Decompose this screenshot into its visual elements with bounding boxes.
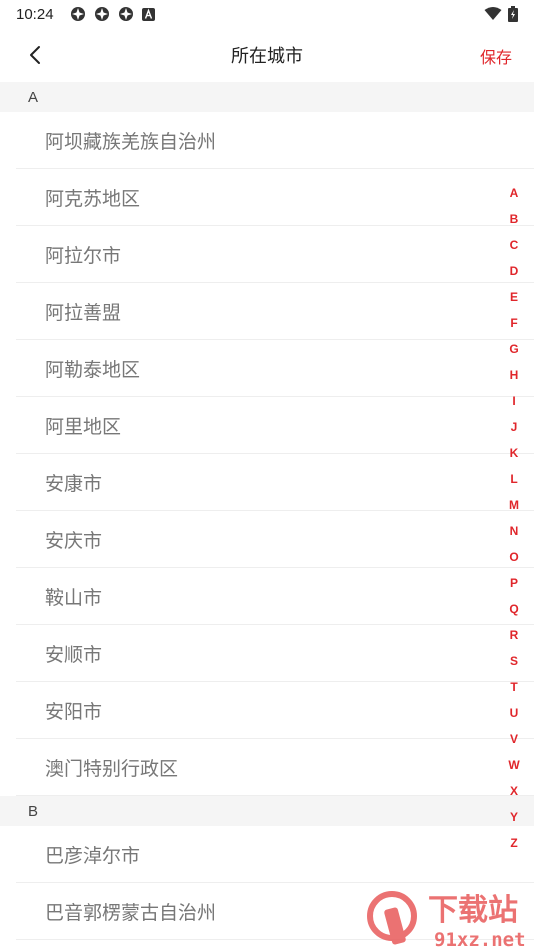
index-letter-d[interactable]: D (510, 258, 519, 284)
index-letter-t[interactable]: T (510, 674, 517, 700)
a-badge-icon (141, 7, 155, 21)
index-letter-n[interactable]: N (510, 518, 519, 544)
city-item[interactable]: 阿克苏地区 (16, 169, 534, 226)
city-item[interactable]: 阿勒泰地区 (16, 340, 534, 397)
status-time: 10:24 (16, 5, 54, 23)
index-letter-x[interactable]: X (510, 778, 518, 804)
section-header-b: B (0, 796, 534, 826)
index-letter-i[interactable]: I (512, 388, 515, 414)
index-letter-z[interactable]: Z (510, 830, 517, 856)
index-letter-v[interactable]: V (510, 726, 518, 752)
index-letter-w[interactable]: W (508, 752, 519, 778)
index-letter-h[interactable]: H (510, 362, 519, 388)
save-button[interactable]: 保存 (480, 44, 512, 68)
index-letter-p[interactable]: P (510, 570, 518, 596)
section-header-a: A (0, 82, 534, 112)
index-letter-c[interactable]: C (510, 232, 519, 258)
index-letter-b[interactable]: B (510, 206, 519, 232)
city-item[interactable]: 巴彦淖尔市 (16, 826, 534, 883)
index-letter-k[interactable]: K (510, 440, 519, 466)
page-title: 所在城市 (231, 46, 303, 67)
status-right (484, 6, 518, 22)
watermark-emblem (367, 891, 417, 945)
app-notification-icon (70, 7, 85, 21)
index-letter-m[interactable]: M (509, 492, 519, 518)
index-letter-a[interactable]: A (510, 180, 519, 206)
watermark-text: 下载站 (428, 893, 518, 928)
wifi-icon (484, 7, 502, 20)
app-notification-icon (94, 7, 109, 21)
nav-bar: 所在城市 保存 (0, 28, 534, 82)
battery-icon (508, 6, 518, 22)
city-item[interactable]: 安庆市 (16, 511, 534, 568)
index-letter-y[interactable]: Y (510, 804, 518, 830)
back-button[interactable] (20, 40, 50, 70)
index-letter-g[interactable]: G (509, 336, 518, 362)
city-item[interactable]: 安阳市 (16, 682, 534, 739)
alphabet-index-bar: A B C D E F G H I J K L M N O P Q R S T … (502, 180, 526, 856)
notification-icons (70, 6, 155, 22)
index-letter-j[interactable]: J (511, 414, 518, 440)
city-item[interactable]: 阿坝藏族羌族自治州 (16, 112, 534, 169)
index-letter-e[interactable]: E (510, 284, 518, 310)
city-list: A 阿坝藏族羌族自治州 阿克苏地区 阿拉尔市 阿拉善盟 阿勒泰地区 阿里地区 安… (0, 82, 534, 940)
city-item[interactable]: 阿拉尔市 (16, 226, 534, 283)
index-letter-l[interactable]: L (510, 466, 517, 492)
index-letter-u[interactable]: U (510, 700, 519, 726)
watermark-logo: 下载站 91xz.net (367, 891, 526, 950)
city-item[interactable]: 阿拉善盟 (16, 283, 534, 340)
index-letter-s[interactable]: S (510, 648, 518, 674)
city-item[interactable]: 安康市 (16, 454, 534, 511)
index-letter-r[interactable]: R (510, 622, 519, 648)
watermark-domain: 91xz.net (434, 929, 526, 950)
status-bar: 10:24 (0, 0, 534, 28)
app-notification-icon (118, 7, 133, 21)
index-letter-o[interactable]: O (509, 544, 518, 570)
index-letter-q[interactable]: Q (509, 596, 518, 622)
city-item[interactable]: 鞍山市 (16, 568, 534, 625)
city-item[interactable]: 澳门特别行政区 (16, 739, 534, 796)
city-item[interactable]: 阿里地区 (16, 397, 534, 454)
index-letter-f[interactable]: F (510, 310, 517, 336)
chevron-left-icon (30, 46, 40, 64)
city-item[interactable]: 安顺市 (16, 625, 534, 682)
